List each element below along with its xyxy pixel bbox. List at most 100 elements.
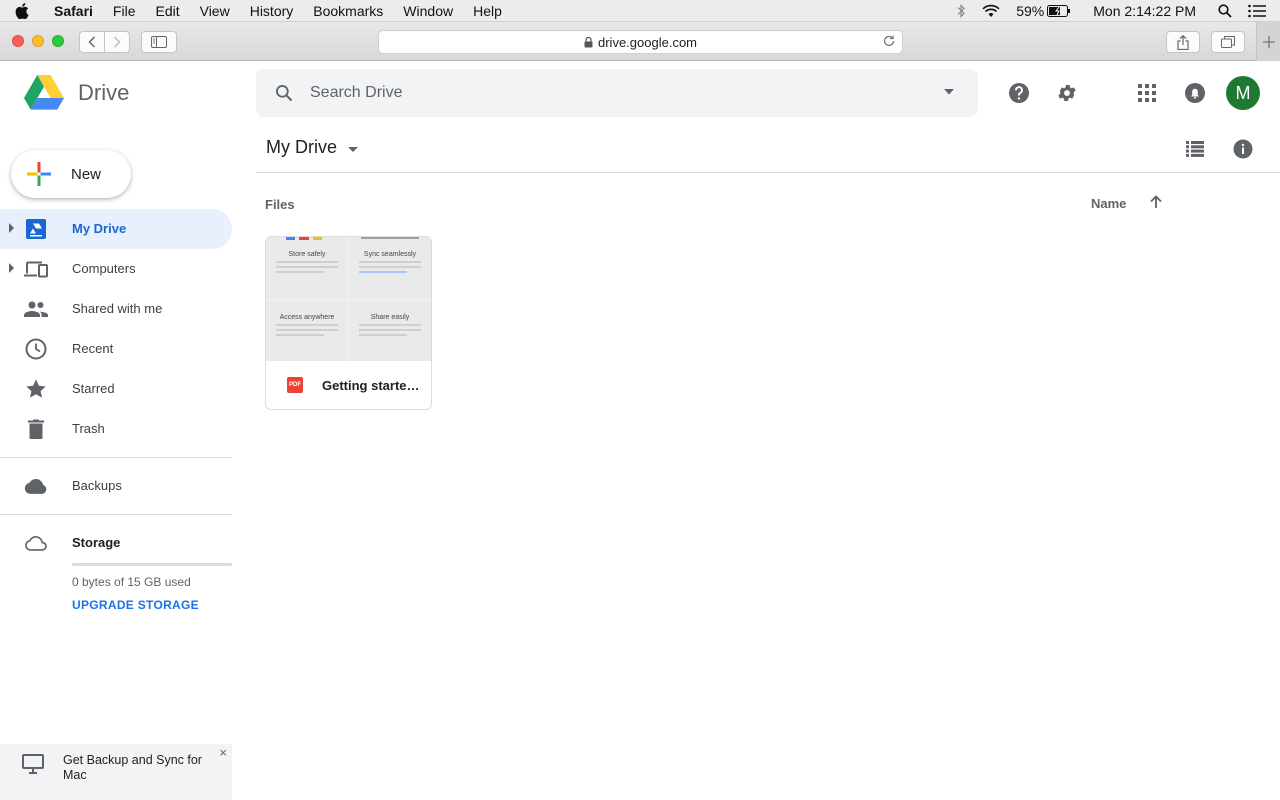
thumbnail-text-line [276, 334, 324, 336]
sidebar-item-label: Shared with me [72, 301, 163, 316]
menu-bookmarks[interactable]: Bookmarks [303, 0, 393, 22]
sidebar-item-label: Starred [72, 381, 115, 396]
sidebar-item-label: Computers [72, 261, 136, 276]
drive-logo[interactable]: Drive [24, 75, 129, 111]
main-header-divider [256, 172, 1280, 173]
file-name-row[interactable]: PDF Getting started… [266, 361, 431, 409]
files-section-label: Files [265, 197, 295, 212]
forward-button[interactable] [104, 31, 130, 53]
sidebar-item-recent[interactable]: Recent [0, 329, 232, 369]
sidebar-toggle-button[interactable] [141, 31, 177, 53]
thumbnail-panel: Share easily [349, 300, 431, 361]
search-options-dropdown-icon[interactable] [944, 89, 954, 95]
sidebar-item-computers[interactable]: Computers [0, 249, 232, 289]
expand-caret-icon[interactable] [9, 223, 15, 233]
reload-icon[interactable] [882, 34, 896, 48]
battery-status[interactable]: 59% [1008, 3, 1079, 19]
arrow-up-icon[interactable] [1149, 195, 1163, 209]
macos-menubar: Safari File Edit View History Bookmarks … [0, 0, 1280, 22]
file-card[interactable]: Store safely Sync seamlessly Access anyw… [265, 236, 432, 410]
thumbnail-text-line [359, 266, 421, 268]
my-drive-title-dropdown[interactable]: My Drive [266, 137, 358, 158]
apps-grid-icon[interactable] [1135, 81, 1159, 105]
search-bar[interactable] [256, 69, 978, 117]
chevron-down-icon [348, 146, 358, 152]
sort-by-name-button[interactable]: Name [1091, 196, 1126, 211]
trash-icon [24, 417, 48, 441]
spotlight-icon[interactable] [1204, 4, 1240, 18]
thumbnail-text-line [276, 271, 324, 273]
menu-view[interactable]: View [190, 0, 240, 22]
sidebar-item-trash[interactable]: Trash [0, 409, 232, 449]
thumbnail-color-blocks [286, 237, 322, 240]
close-icon[interactable]: × [219, 745, 227, 760]
upgrade-storage-link[interactable]: UPGRADE STORAGE [72, 598, 199, 612]
help-icon[interactable] [1007, 81, 1031, 105]
menubar-clock[interactable]: Mon 2:14:22 PM [1079, 3, 1204, 19]
sidebar-item-shared-with-me[interactable]: Shared with me [0, 289, 232, 329]
page-title: My Drive [266, 137, 337, 157]
thumbnail-text-line [359, 271, 407, 273]
safari-toolbar: drive.google.com [0, 22, 1280, 61]
my-drive-icon [24, 217, 48, 241]
menu-safari[interactable]: Safari [44, 0, 103, 22]
menu-file[interactable]: File [103, 0, 146, 22]
new-button[interactable]: New [11, 150, 131, 198]
share-button[interactable] [1166, 31, 1200, 53]
search-input[interactable] [310, 84, 910, 102]
lock-icon [584, 36, 593, 47]
thumbnail-panel-title: Store safely [288, 251, 326, 258]
search-icon[interactable] [274, 83, 294, 103]
avatar-letter: M [1235, 82, 1251, 103]
thumbnail-text-line [359, 324, 421, 326]
thumbnail-panel-title: Sync seamlessly [363, 251, 417, 258]
zoom-window-button[interactable] [52, 35, 64, 47]
pdf-file-icon: PDF [287, 377, 303, 393]
menu-window[interactable]: Window [393, 0, 463, 22]
wifi-icon[interactable] [974, 4, 1008, 18]
drive-logo-icon [24, 75, 64, 110]
sidebar-item-label: Trash [72, 421, 105, 436]
settings-gear-icon[interactable] [1055, 81, 1079, 105]
storage-usage-bar [72, 563, 232, 566]
sidebar-item-starred[interactable]: Starred [0, 369, 232, 409]
apple-menu-icon[interactable] [0, 2, 44, 19]
battery-percent: 59% [1016, 3, 1045, 19]
notifications-bell-icon[interactable] [1183, 81, 1207, 105]
notification-center-icon[interactable] [1240, 4, 1280, 18]
back-button[interactable] [79, 31, 105, 53]
chevron-left-icon [88, 36, 96, 48]
sidebar-item-label: My Drive [72, 221, 127, 236]
bluetooth-icon[interactable] [948, 4, 974, 18]
sidebar-item-backups[interactable]: Backups [0, 466, 232, 506]
menu-edit[interactable]: Edit [145, 0, 189, 22]
menu-history[interactable]: History [240, 0, 304, 22]
plus-icon [1262, 35, 1275, 48]
thumbnail-panel-title: Share easily [370, 314, 410, 321]
backup-sync-promo[interactable]: Get Backup and Sync for Mac × [0, 744, 232, 800]
expand-caret-icon[interactable] [9, 263, 15, 273]
new-tab-button[interactable] [1256, 22, 1280, 61]
thumbnail-panel: Sync seamlessly [349, 237, 431, 299]
file-name: Getting started… [322, 377, 422, 393]
star-icon [24, 377, 48, 401]
account-avatar[interactable]: M [1226, 76, 1260, 110]
show-tabs-button[interactable] [1211, 31, 1245, 53]
thumbnail-text-line [276, 329, 338, 331]
sidebar-item-my-drive[interactable]: My Drive [0, 209, 232, 249]
sidebar-item-label: Backups [72, 478, 122, 493]
list-view-icon[interactable] [1183, 137, 1207, 161]
info-icon[interactable] [1231, 137, 1255, 161]
menu-help[interactable]: Help [463, 0, 512, 22]
close-window-button[interactable] [12, 35, 24, 47]
sidebar-item-storage[interactable]: Storage [0, 523, 232, 563]
minimize-window-button[interactable] [32, 35, 44, 47]
address-bar[interactable]: drive.google.com [378, 30, 903, 54]
storage-used-text: 0 bytes of 15 GB used [72, 575, 191, 589]
file-thumbnail: Store safely Sync seamlessly Access anyw… [266, 237, 431, 361]
sidebar-item-label: Recent [72, 341, 114, 356]
desktop-computer-icon [22, 754, 44, 774]
thumbnail-text-line [276, 261, 338, 263]
computers-icon [24, 257, 48, 281]
sidebar-item-label: Storage [72, 535, 121, 550]
